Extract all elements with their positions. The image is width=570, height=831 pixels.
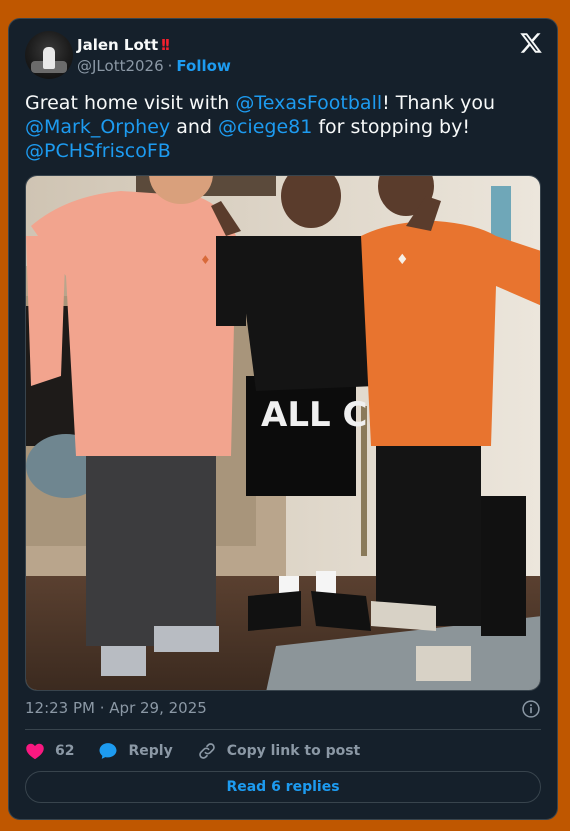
avatar[interactable] bbox=[25, 31, 73, 79]
divider bbox=[25, 729, 541, 730]
x-logo-icon[interactable] bbox=[519, 31, 543, 55]
author-badge: !! bbox=[160, 36, 171, 54]
author-name-row[interactable]: Jalen Lott !! bbox=[77, 35, 171, 55]
svg-text:♦: ♦ bbox=[200, 253, 211, 267]
mention-mark-orphey-link[interactable]: @Mark_Orphey bbox=[25, 116, 170, 138]
info-icon[interactable] bbox=[521, 699, 541, 719]
author-display-name[interactable]: Jalen Lott bbox=[77, 36, 158, 54]
author-handle[interactable]: @JLott2026 bbox=[77, 57, 164, 75]
mention-pchsfriscofb-link[interactable]: @PCHSfriscoFB bbox=[25, 140, 171, 162]
tweet-timestamp[interactable]: 12:23 PM · Apr 29, 2025 bbox=[25, 699, 207, 717]
tweet-text-segment: and bbox=[170, 116, 218, 138]
tweet-embed-card: Jalen Lott !! @JLott2026 · Follow Great … bbox=[8, 18, 558, 820]
link-icon bbox=[198, 743, 215, 759]
mention-texasfootball-link[interactable]: @TexasFootball bbox=[235, 92, 382, 114]
like-button[interactable]: 62 bbox=[25, 741, 74, 761]
follow-link[interactable]: Follow bbox=[176, 57, 230, 75]
tweet-text-segment: Great home visit with bbox=[25, 92, 236, 114]
tweet-actions: 62 Reply Copy link to post bbox=[25, 739, 384, 763]
like-count: 62 bbox=[55, 743, 75, 759]
tweet-text: Great home visit with @TexasFootball! Th… bbox=[25, 91, 545, 163]
tweet-photo[interactable]: ALL CITY ♦ ♦ bbox=[25, 175, 541, 691]
handle-separator: · bbox=[167, 57, 173, 75]
svg-text:♦: ♦ bbox=[396, 252, 409, 268]
photo-illustration: ALL CITY ♦ ♦ bbox=[26, 176, 540, 690]
tweet-text-segment: ! Thank you bbox=[382, 92, 496, 114]
author-handle-row: @JLott2026 · Follow bbox=[77, 57, 231, 75]
speech-bubble-icon bbox=[99, 743, 117, 759]
mention-ciege81-link[interactable]: @ciege81 bbox=[218, 116, 312, 138]
tweet-text-segment: for stopping by! bbox=[312, 116, 470, 138]
tweet-header: Jalen Lott !! @JLott2026 · Follow bbox=[25, 31, 543, 79]
reply-button[interactable]: Reply bbox=[98, 741, 173, 761]
read-replies-button[interactable]: Read 6 replies bbox=[25, 771, 541, 803]
reply-label: Reply bbox=[128, 743, 173, 759]
copy-link-button[interactable]: Copy link to post bbox=[197, 741, 361, 761]
copy-link-label: Copy link to post bbox=[226, 743, 361, 759]
heart-icon bbox=[26, 743, 44, 759]
